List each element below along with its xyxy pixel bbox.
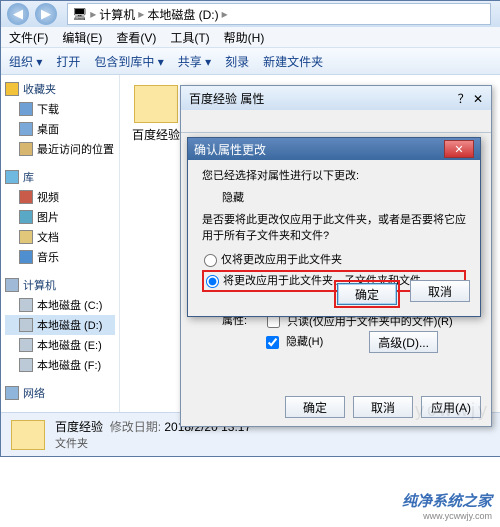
radio-this-only[interactable] xyxy=(204,254,217,267)
confirm-line1: 您已经选择对属性进行以下更改: xyxy=(202,168,466,184)
sidebar-item-drive-d[interactable]: 本地磁盘 (D:) xyxy=(5,315,115,335)
sidebar-group-libraries: 库 视频 图片 文档 音乐 xyxy=(5,169,115,267)
confirm-change: 隐藏 xyxy=(202,184,466,212)
sidebar-group-favorites: 收藏夹 下载 桌面 最近访问的位置 xyxy=(5,81,115,159)
properties-titlebar: 百度经验 属性 ？ ✕ xyxy=(181,86,491,110)
menu-tools[interactable]: 工具(T) xyxy=(170,29,209,46)
toolbar-open[interactable]: 打开 xyxy=(56,53,80,70)
properties-tabs[interactable] xyxy=(181,110,491,133)
sidebar: 收藏夹 下载 桌面 最近访问的位置 库 视频 图片 文档 音乐 计算机 本地磁盘… xyxy=(1,75,120,414)
breadcrumb-drive-d[interactable]: 本地磁盘 (D:) xyxy=(147,6,218,23)
library-icon xyxy=(5,170,19,184)
picture-icon xyxy=(19,210,33,224)
breadcrumb-sep: ▸ xyxy=(222,7,228,21)
breadcrumb[interactable]: 🖥 ▸ 计算机 ▸ 本地磁盘 (D:) ▸ xyxy=(67,3,491,25)
toolbar-include[interactable]: 包含到库中 ▾ xyxy=(94,53,163,70)
drive-icon xyxy=(19,298,33,312)
drive-icon xyxy=(19,338,33,352)
sidebar-header-favorites[interactable]: 收藏夹 xyxy=(5,81,115,97)
option-label: 仅将更改应用于此文件夹 xyxy=(221,252,342,268)
sidebar-item-music[interactable]: 音乐 xyxy=(5,247,115,267)
video-icon xyxy=(19,190,33,204)
toolbar: 组织 ▾ 打开 包含到库中 ▾ 共享 ▾ 刻录 新建文件夹 xyxy=(1,48,500,75)
folder-icon xyxy=(11,420,45,450)
folder-icon xyxy=(134,85,178,123)
recent-icon xyxy=(19,142,33,156)
close-icon[interactable]: ？ ✕ xyxy=(458,90,483,107)
menu-file[interactable]: 文件(F) xyxy=(9,29,48,46)
desktop-icon xyxy=(19,122,33,136)
sidebar-header-libraries[interactable]: 库 xyxy=(5,169,115,185)
star-icon xyxy=(5,82,19,96)
sidebar-item-recent[interactable]: 最近访问的位置 xyxy=(5,139,115,159)
hidden-label: 隐藏(H) xyxy=(286,333,323,351)
breadcrumb-sep: ▸ xyxy=(90,7,96,21)
breadcrumb-sep: ▸ xyxy=(138,7,144,21)
sidebar-group-network: 网络 xyxy=(5,385,115,401)
sidebar-item-desktop[interactable]: 桌面 xyxy=(5,119,115,139)
sidebar-item-drive-c[interactable]: 本地磁盘 (C:) xyxy=(5,295,115,315)
nav-back-button[interactable]: ◀ xyxy=(7,3,29,25)
sidebar-item-videos[interactable]: 视频 xyxy=(5,187,115,207)
nav-forward-button[interactable]: ▶ xyxy=(35,3,57,25)
document-icon xyxy=(19,230,33,244)
status-type: 文件夹 xyxy=(55,435,251,451)
toolbar-share[interactable]: 共享 ▾ xyxy=(178,53,211,70)
confirm-cancel-button[interactable]: 取消 xyxy=(410,280,470,302)
network-icon xyxy=(5,386,19,400)
radio-recursive[interactable] xyxy=(206,275,219,288)
sidebar-header-network[interactable]: 网络 xyxy=(5,385,115,401)
ok-highlight: 确定 xyxy=(334,280,400,308)
computer-icon xyxy=(5,278,19,292)
toolbar-burn[interactable]: 刻录 xyxy=(225,53,249,70)
toolbar-organize[interactable]: 组织 ▾ xyxy=(9,53,42,70)
folder-label: 百度经验 xyxy=(130,126,182,143)
attributes-fragment: 属性: 只读(仅应用于文件夹中的文件)(R) 隐藏(H) 高级(D)... xyxy=(222,312,453,353)
close-button[interactable]: ✕ xyxy=(444,140,474,158)
menu-edit[interactable]: 编辑(E) xyxy=(62,29,102,46)
menubar: 文件(F) 编辑(E) 查看(V) 工具(T) 帮助(H) xyxy=(1,27,500,48)
download-icon xyxy=(19,102,33,116)
option-this-folder-only[interactable]: 仅将更改应用于此文件夹 xyxy=(202,250,466,270)
status-date-label: 修改日期: xyxy=(110,420,161,434)
sidebar-item-drive-f[interactable]: 本地磁盘 (F:) xyxy=(5,355,115,375)
confirm-body: 您已经选择对属性进行以下更改: 隐藏 是否要将此更改仅应用于此文件夹，或者是否要… xyxy=(188,160,480,292)
watermark-brand: 纯净系统之家 www.ycwwjy.com xyxy=(402,490,492,521)
properties-title: 百度经验 属性 xyxy=(189,90,264,107)
status-name: 百度经验 xyxy=(55,420,103,434)
computer-icon: 🖥 xyxy=(72,7,87,21)
sidebar-group-computer: 计算机 本地磁盘 (C:) 本地磁盘 (D:) 本地磁盘 (E:) 本地磁盘 (… xyxy=(5,277,115,375)
sidebar-item-documents[interactable]: 文档 xyxy=(5,227,115,247)
confirm-ok-button[interactable]: 确定 xyxy=(337,283,397,305)
drive-icon xyxy=(19,358,33,372)
advanced-button[interactable]: 高级(D)... xyxy=(369,331,438,353)
sidebar-item-pictures[interactable]: 图片 xyxy=(5,207,115,227)
confirm-title: 确认属性更改 xyxy=(194,141,266,158)
toolbar-new-folder[interactable]: 新建文件夹 xyxy=(263,53,323,70)
prop-ok-button[interactable]: 确定 xyxy=(285,396,345,418)
confirm-dialog: 确认属性更改 ✕ 您已经选择对属性进行以下更改: 隐藏 是否要将此更改仅应用于此… xyxy=(187,137,481,317)
properties-buttons: 确定 取消 应用(A) xyxy=(181,396,491,418)
breadcrumb-computer[interactable]: 计算机 xyxy=(99,6,135,23)
sidebar-header-computer[interactable]: 计算机 xyxy=(5,277,115,293)
prop-cancel-button[interactable]: 取消 xyxy=(353,396,413,418)
hidden-checkbox[interactable] xyxy=(266,336,279,349)
music-icon xyxy=(19,250,33,264)
sidebar-item-downloads[interactable]: 下载 xyxy=(5,99,115,119)
confirm-titlebar: 确认属性更改 ✕ xyxy=(188,138,480,160)
confirm-buttons: 确定 取消 xyxy=(334,280,470,308)
folder-item[interactable]: 百度经验 xyxy=(130,85,182,143)
menu-help[interactable]: 帮助(H) xyxy=(224,29,265,46)
confirm-line2: 是否要将此更改仅应用于此文件夹，或者是否要将它应用于所有子文件夹和文件? xyxy=(202,212,466,244)
prop-apply-button[interactable]: 应用(A) xyxy=(421,396,481,418)
sidebar-item-drive-e[interactable]: 本地磁盘 (E:) xyxy=(5,335,115,355)
menu-view[interactable]: 查看(V) xyxy=(116,29,156,46)
titlebar: ◀ ▶ 🖥 ▸ 计算机 ▸ 本地磁盘 (D:) ▸ xyxy=(1,1,500,27)
drive-icon xyxy=(19,318,33,332)
